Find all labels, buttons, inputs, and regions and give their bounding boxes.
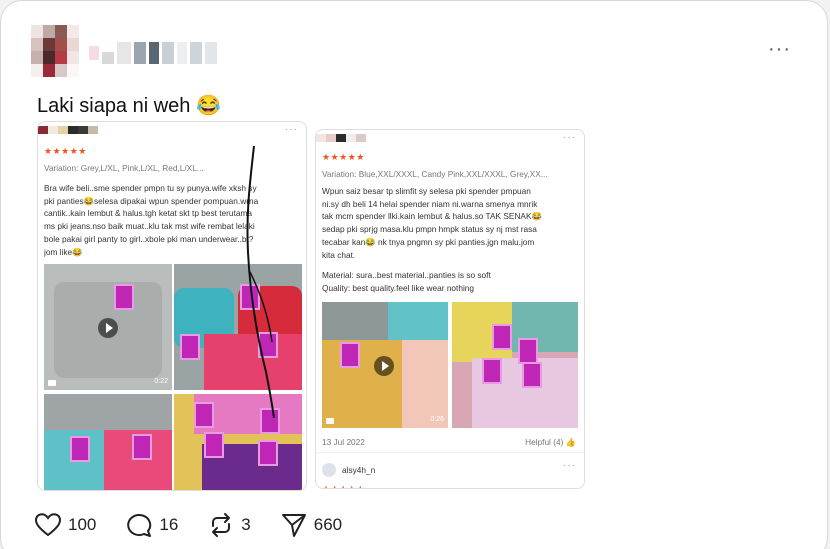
review-material: Material: sura..best material..panties i… (322, 270, 491, 280)
more-dots-icon: ··· (563, 132, 576, 143)
post-actions-bar: 100 16 3 660 (35, 512, 372, 538)
post-caption: Laki siapa ni weh 😂 (37, 95, 221, 117)
product-tag-image (492, 324, 512, 350)
like-button[interactable]: 100 (35, 513, 96, 537)
video-duration: 0:22 (154, 378, 168, 385)
review-date: 13 Jul 2022 (322, 437, 365, 447)
helpful-button[interactable]: Helpful (4) 👍 (525, 436, 576, 449)
more-dots-icon: ··· (563, 460, 576, 471)
rating-stars: ★★★★★ (322, 484, 365, 489)
comment-icon (127, 514, 152, 537)
review-screenshot-2[interactable]: ··· ★★★★★ Variation: Blue,XXL/XXXL, Cand… (315, 129, 585, 489)
review-variation: Variation: Grey,L/XL, Pink,L/XL, Red,L/X… (44, 163, 204, 173)
product-tag-image (518, 338, 538, 364)
share-count: 660 (313, 515, 343, 534)
play-icon[interactable] (98, 318, 118, 338)
username-pixelated[interactable] (89, 41, 217, 65)
more-dots-icon: ··· (285, 124, 298, 135)
video-camera-icon (326, 418, 334, 424)
post-card: ··· Laki siapa ni weh 😂 ··· ★★★★★ Variat… (0, 0, 828, 549)
repost-count: 3 (241, 515, 251, 534)
product-tag-image (70, 436, 90, 462)
product-tag-image (132, 434, 152, 460)
review-video-thumbnail[interactable]: 0:26 (322, 302, 448, 428)
video-camera-icon (48, 380, 56, 386)
repost-icon (212, 513, 231, 537)
avatar[interactable] (31, 25, 79, 77)
product-tag-image (180, 334, 200, 360)
reviewer-name: alsy4h_n (342, 465, 376, 475)
rating-stars: ★★★★★ (322, 152, 365, 162)
product-tag-image (340, 342, 360, 368)
reply-button[interactable]: 16 (126, 512, 178, 538)
review-video-thumbnail[interactable]: 0:22 (44, 264, 172, 390)
more-dots-icon[interactable]: ··· (768, 39, 791, 59)
reviewer-name-pixelated (316, 134, 366, 142)
like-count: 100 (68, 515, 97, 534)
product-tag-image (482, 358, 502, 384)
review-photo[interactable] (44, 394, 172, 490)
review-photo[interactable] (452, 302, 578, 428)
product-tag-image (114, 284, 134, 310)
reviewer-avatar (322, 463, 336, 477)
rating-stars: ★★★★★ (44, 146, 87, 156)
pen-annotation-stroke (246, 145, 275, 419)
divider (316, 452, 584, 453)
heart-icon (35, 513, 61, 537)
review-quality: Quality: best quality.feel like wear not… (322, 283, 475, 293)
reviewer-name-pixelated (38, 126, 98, 134)
play-icon[interactable] (374, 356, 394, 376)
review-screenshot-1[interactable]: ··· ★★★★★ Variation: Grey,L/XL, Pink,L/X… (37, 121, 307, 491)
share-button[interactable]: 660 (281, 512, 342, 538)
reply-count: 16 (159, 515, 179, 534)
send-icon (281, 514, 306, 537)
repost-button[interactable]: 3 (208, 512, 251, 538)
product-tag-image (204, 432, 224, 458)
review-variation: Variation: Blue,XXL/XXXL, Candy Pink,XXL… (322, 169, 548, 179)
product-tag-image (194, 402, 214, 428)
product-tag-image (522, 362, 542, 388)
video-duration: 0:26 (430, 416, 444, 423)
product-tag-image (258, 440, 278, 466)
review-body: Wpun saiz besar tp slimfit sy selesa pki… (322, 186, 542, 260)
